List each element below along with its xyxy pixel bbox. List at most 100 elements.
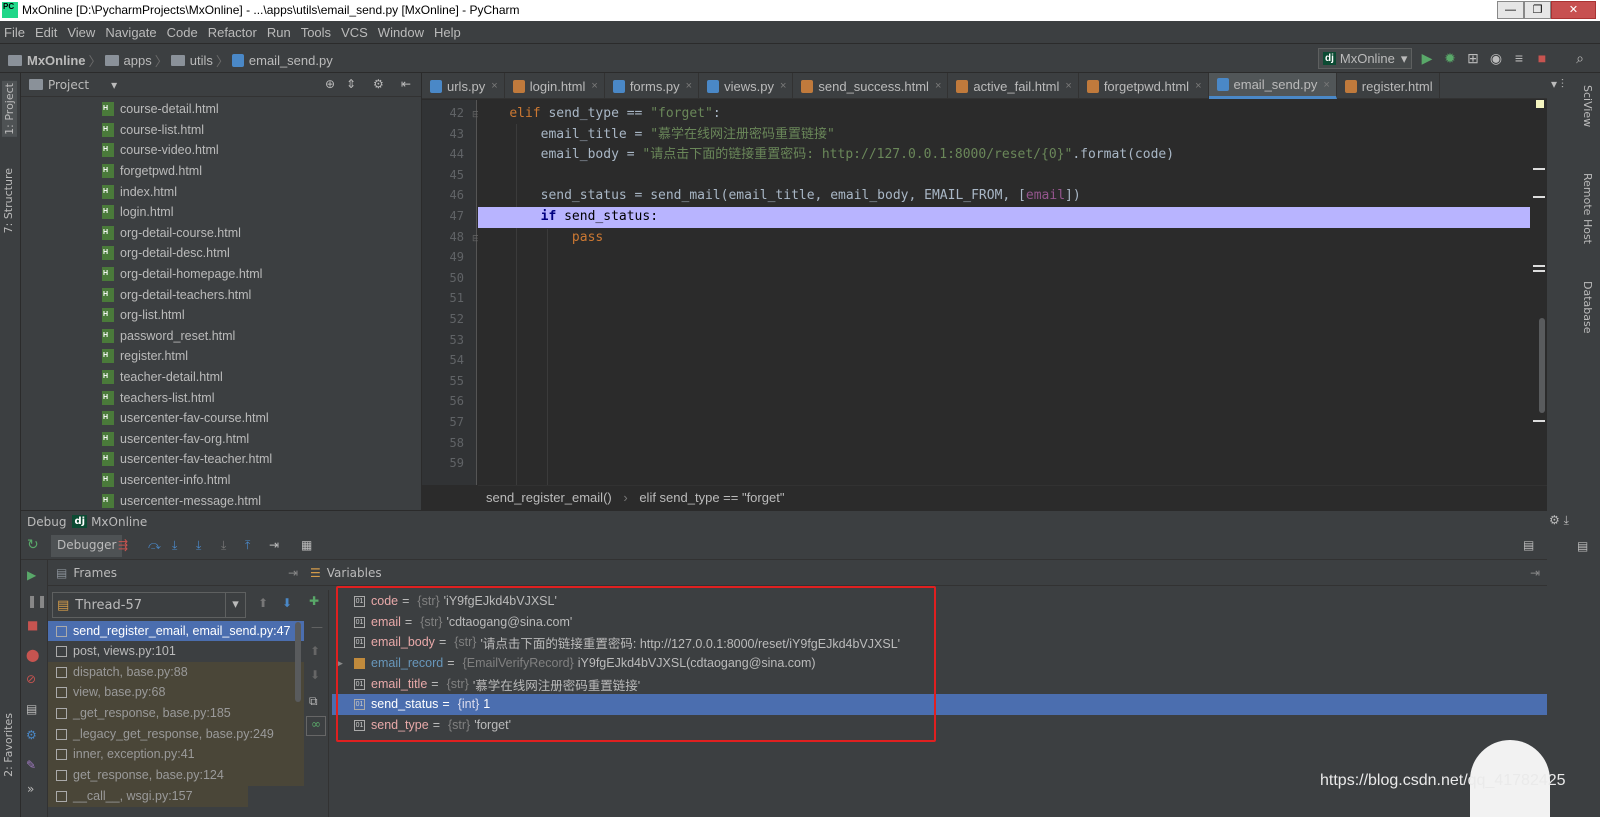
tab-forgetpwd-html[interactable]: forgetpwd.html × [1079,73,1209,99]
close-icon[interactable]: × [935,80,941,92]
concurrency-icon[interactable]: ≡ [1511,50,1527,66]
menu-run[interactable]: Run [267,25,291,40]
tab-favorites[interactable]: 2: Favorites [2,713,15,777]
run-to-cursor-icon[interactable]: ⇥ [269,538,283,552]
step-into-my-code-icon[interactable]: ⤓ [196,538,210,552]
breadcrumb-block[interactable]: elif send_type == "forget" [639,490,784,505]
move-up-icon[interactable]: ⬆ [310,644,320,658]
run-icon[interactable]: ▶ [1419,50,1435,66]
stop-icon[interactable]: ■ [1534,50,1550,66]
list-item[interactable]: course-list.html [21,120,416,141]
pin-icon[interactable]: ⇥ [288,566,298,580]
chevron-down-icon[interactable]: ▾ [225,593,245,617]
restore-layout-icon[interactable]: ▤ [26,702,37,716]
list-item[interactable]: usercenter-info.html [21,470,416,491]
chevron-down-icon[interactable]: ▾ [111,78,117,92]
close-button[interactable]: ✕ [1551,1,1596,19]
tab-debugger[interactable]: Debugger [51,535,123,557]
move-down-icon[interactable]: ⬇ [310,668,320,682]
line-number-gutter[interactable]: 42 43 44 45 46 47 48 49 50 51 52 53 54 5… [422,100,480,485]
menu-edit[interactable]: Edit [35,25,57,40]
remove-watch-icon[interactable]: — [311,620,323,634]
menu-vcs[interactable]: VCS [341,25,368,40]
close-icon[interactable]: × [1065,80,1071,92]
list-item[interactable]: index.html [21,181,416,202]
menu-refactor[interactable]: Refactor [208,25,257,40]
close-icon[interactable]: × [1195,80,1201,92]
profile-icon[interactable]: ◉ [1488,50,1504,66]
breadcrumb-utils[interactable]: utils [190,53,213,68]
stripe-marker[interactable] [1533,196,1545,198]
error-stripe[interactable] [1530,100,1547,485]
gear-icon[interactable]: ⚙ [373,77,384,91]
view-breakpoints-icon[interactable]: ⬤ [26,648,39,662]
rerun-icon[interactable]: ↻ [27,537,39,553]
new-watch-icon[interactable]: ✚ [309,594,319,608]
gear-icon[interactable]: ⚙ [26,728,37,742]
tab-views-py[interactable]: views.py × [699,73,794,99]
stripe-marker[interactable] [1533,420,1545,422]
tab-send-success-html[interactable]: send_success.html × [793,73,949,99]
menu-navigate[interactable]: Navigate [105,25,156,40]
show-watches-icon[interactable]: ∞ [306,716,326,736]
list-item[interactable]: usercenter-fav-teacher.html [21,449,416,470]
step-over-icon[interactable]: ⤼ [148,538,162,552]
tab-sciview[interactable]: SciView [1581,85,1594,127]
frame-item[interactable]: _get_response, base.py:185 [48,703,304,724]
list-item[interactable]: org-detail-course.html [21,223,416,244]
pin-icon[interactable]: ✎ [26,758,36,772]
list-item[interactable]: org-list.html [21,305,416,326]
project-panel-title[interactable]: Project [48,78,89,92]
maximize-button[interactable]: ❐ [1524,1,1551,19]
close-icon[interactable]: × [780,80,786,92]
list-item[interactable]: course-video.html [21,140,416,161]
frames-scrollbar[interactable] [295,622,301,702]
mute-breakpoints-icon[interactable]: ⊘ [26,672,36,686]
thread-select[interactable]: ▤ Thread-57 ▾ [52,592,246,618]
tab-project[interactable]: 1: Project [2,81,17,137]
copy-icon[interactable]: ⧉ [309,694,318,709]
frame-item[interactable]: _legacy_get_response, base.py:249 [48,724,304,745]
list-item[interactable]: password_reset.html [21,326,416,347]
tab-register-html[interactable]: register.html [1337,73,1440,99]
close-icon[interactable]: × [591,80,597,92]
breadcrumb-function[interactable]: send_register_email() [486,490,612,505]
frame-item[interactable]: dispatch, base.py:88 [48,662,304,683]
list-item[interactable]: register.html [21,346,416,367]
evaluate-expression-icon[interactable]: ▦ [301,538,315,552]
more-icon[interactable]: » [27,782,34,796]
layout-icon[interactable]: ▤ [1523,538,1537,552]
minimize-button[interactable]: — [1497,1,1524,19]
close-icon[interactable]: × [686,80,692,92]
tab-list-icon[interactable]: ▾ ⫶ [1551,77,1564,92]
breadcrumb-apps[interactable]: apps [124,53,152,68]
frame-item[interactable]: inner, exception.py:41 [48,744,304,765]
list-item[interactable]: org-detail-homepage.html [21,264,416,285]
force-step-into-icon[interactable]: ⤓ [221,538,235,552]
list-item[interactable]: usercenter-fav-org.html [21,429,416,450]
list-item[interactable]: forgetpwd.html [21,161,416,182]
coverage-icon[interactable]: ⊞ [1465,50,1481,66]
menu-view[interactable]: View [67,25,95,40]
list-item[interactable]: course-detail.html [21,99,416,120]
previous-frame-icon[interactable]: ⬆ [258,596,268,610]
tab-login-html[interactable]: login.html × [505,73,605,99]
step-out-icon[interactable]: ⤒ [245,538,259,552]
next-frame-icon[interactable]: ⬇ [282,596,292,610]
locate-icon[interactable]: ⊕ [325,77,335,91]
code-editor[interactable]: elif send_type == "forget": email_title … [478,100,1547,485]
stop-icon[interactable]: ■ [27,618,38,632]
tab-urls-py[interactable]: urls.py × [422,73,505,99]
editor-scrollbar[interactable] [1539,318,1545,413]
tab-database[interactable]: Database [1581,281,1594,334]
close-icon[interactable]: × [491,80,497,92]
debug-config-name[interactable]: MxOnline [91,515,147,529]
frame-item[interactable]: send_register_email, email_send.py:47 [48,621,304,642]
gear-icon[interactable]: ⚙ ⤓ [1549,513,1569,528]
breadcrumb-file[interactable]: email_send.py [249,53,333,68]
show-execution-point-icon[interactable]: ⇶ [118,538,132,552]
menu-tools[interactable]: Tools [301,25,331,40]
tab-forms-py[interactable]: forms.py × [605,73,700,99]
inspection-status-icon[interactable] [1536,100,1544,108]
step-into-icon[interactable]: ⤓ [172,538,186,552]
